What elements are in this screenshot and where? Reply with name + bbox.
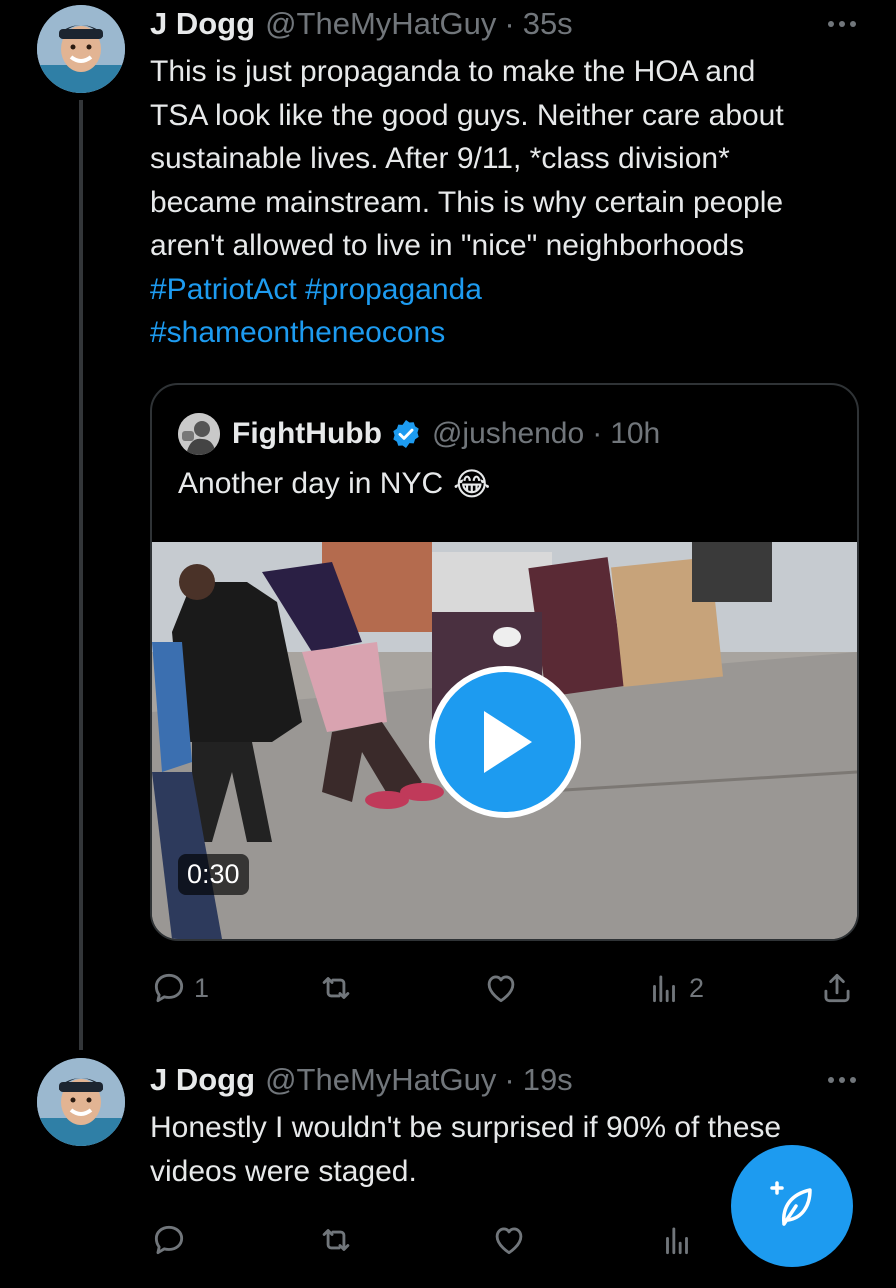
tweet-header: J Dogg @TheMyHatGuy · 19s [150,1060,573,1100]
repost-icon [322,977,350,999]
tweet-text: This is just propaganda to make the HOA … [150,50,860,355]
repost-button[interactable] [317,968,361,1008]
views-icon [666,1227,688,1255]
separator: · [504,6,515,41]
tweet-text-line: This is just propaganda to make the HOA … [150,55,756,88]
avatar[interactable] [37,1058,125,1146]
tweet-text-line: became mainstream. This is why certain p… [150,185,784,219]
separator: · [504,1062,515,1097]
play-icon [484,711,532,773]
tweet-text-line: aren't allowed to live in "nice" neighbo… [150,229,745,262]
quoted-tweet-header: FightHubb @jushendo · 10h [178,413,660,455]
reply-button[interactable]: 1 [150,968,209,1008]
tweet-text-line: sustainable lives. After 9/11, *class di… [150,142,730,175]
more-icon[interactable] [828,21,856,27]
compose-button[interactable] [731,1145,853,1267]
heart-icon [487,975,515,1003]
quoted-text: Another day in NYC [178,467,444,500]
user-handle[interactable]: @TheMyHatGuy [265,6,496,42]
timestamp[interactable]: 35s [523,6,573,42]
share-icon [824,973,850,1003]
timestamp[interactable]: 19s [523,1062,573,1098]
user-handle[interactable]: @TheMyHatGuy [265,1062,496,1098]
reply-icon [154,973,184,1003]
heart-icon [495,1227,523,1255]
video-player[interactable]: 0:30 [152,542,857,939]
quoted-user-handle[interactable]: @jushendo [432,417,584,451]
share-button[interactable] [818,968,856,1008]
display-name[interactable]: J Dogg [150,6,255,42]
hashtag-link[interactable]: #propaganda [305,273,482,306]
quoted-tweet[interactable]: FightHubb @jushendo · 10h Another day in… [150,383,859,941]
views-button[interactable] [658,1220,696,1260]
repost-button[interactable] [317,1220,355,1260]
quoted-tweet-text: Another day in NYC 😂 [178,465,491,503]
more-icon[interactable] [828,1077,856,1083]
like-button[interactable] [482,968,526,1008]
reply-button[interactable] [150,1220,188,1260]
compose-icon [770,1181,812,1226]
tweet-header: J Dogg @TheMyHatGuy · 35s [150,4,573,44]
repost-icon [322,1229,350,1251]
video-duration: 0:30 [178,854,249,895]
play-button[interactable] [429,666,581,818]
hashtag-link[interactable]: #PatriotAct [150,273,297,306]
hashtag-link[interactable]: #shameontheneocons [150,316,445,349]
reply-count: 1 [194,972,210,1003]
quoted-display-name[interactable]: FightHubb [232,417,382,451]
separator: · [592,417,603,450]
avatar[interactable] [37,5,125,93]
tweet-text-line: TSA look like the good guys. Neither car… [150,98,784,132]
thread-line [79,100,83,1050]
views-icon [653,975,675,1003]
views-count: 2 [689,972,705,1003]
laughing-emoji: 😂 [453,466,491,502]
quoted-timestamp[interactable]: 10h [610,417,660,451]
quoted-avatar[interactable] [178,413,220,455]
verified-badge-icon [393,420,419,448]
like-button[interactable] [490,1220,528,1260]
display-name[interactable]: J Dogg [150,1062,255,1098]
tweet-text-line: Honestly I wouldn't be surprised if 90% … [150,1111,782,1144]
reply-icon [154,1225,184,1255]
views-button[interactable]: 2 [645,968,704,1008]
tweet-actions: 1 2 [150,968,860,1008]
